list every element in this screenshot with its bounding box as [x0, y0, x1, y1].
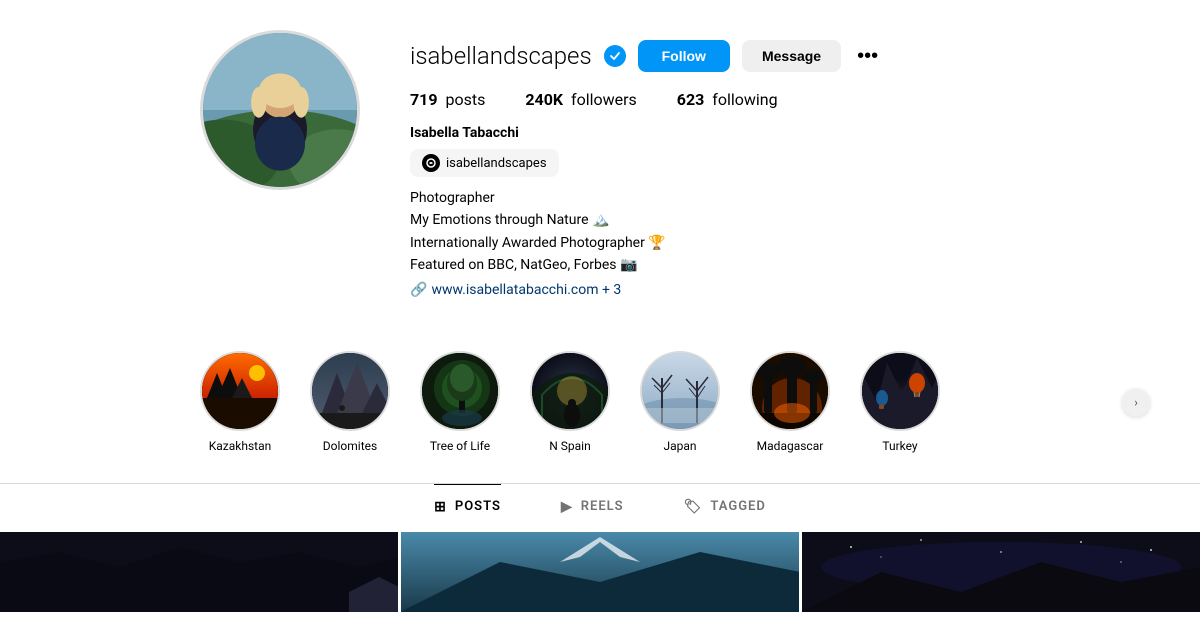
verified-badge: [604, 45, 626, 67]
highlight-label-nspain: N Spain: [549, 439, 590, 453]
message-button[interactable]: Message: [742, 40, 841, 72]
threads-icon: [422, 154, 440, 172]
highlight-label-dolomites: Dolomites: [323, 439, 377, 453]
highlight-label-treeoflife: Tree of Life: [430, 439, 490, 453]
following-count: 623: [677, 90, 705, 109]
posts-count: 719: [410, 90, 438, 109]
username: isabellandscapes: [410, 42, 592, 70]
posts-label: posts: [445, 90, 485, 109]
grid-item-3[interactable]: [802, 532, 1200, 612]
highlight-circle-turkey: [860, 351, 940, 431]
bio-link[interactable]: www.isabellatabacchi.com + 3: [431, 279, 621, 301]
reels-tab-label: REELS: [581, 499, 624, 514]
highlights-container: Kazakhstan Dolomites: [60, 341, 1140, 463]
highlights-next-button[interactable]: ›: [1122, 389, 1150, 417]
highlight-item-kazakhstan[interactable]: Kazakhstan: [200, 351, 280, 453]
highlight-circle-madagascar: [750, 351, 830, 431]
threads-username: isabellandscapes: [446, 156, 547, 171]
posts-stat[interactable]: 719 posts: [410, 90, 485, 109]
highlight-circle-dolomites: [310, 351, 390, 431]
link-icon: 🔗: [410, 279, 427, 301]
tab-reels[interactable]: ▶ REELS: [561, 484, 624, 529]
highlight-item-japan[interactable]: Japan: [640, 351, 720, 453]
display-name: Isabella Tabacchi: [410, 125, 1140, 141]
highlight-label-turkey: Turkey: [882, 439, 917, 453]
photo-grid: [0, 532, 1200, 612]
bio-line2: My Emotions through Nature 🏔️: [410, 209, 1140, 231]
highlight-label-japan: Japan: [663, 439, 696, 453]
highlight-label-kazakhstan: Kazakhstan: [209, 439, 272, 453]
tab-tagged[interactable]: 🏷 TAGGED: [684, 484, 766, 529]
bio-line4: Featured on BBC, NatGeo, Forbes 📷: [410, 254, 1140, 276]
highlight-item-dolomites[interactable]: Dolomites: [310, 351, 390, 453]
bio-line1: Photographer: [410, 187, 1140, 209]
highlight-item-madagascar[interactable]: Madagascar: [750, 351, 830, 453]
highlight-label-madagascar: Madagascar: [757, 439, 824, 453]
highlights-section: Kazakhstan Dolomites: [0, 321, 1200, 473]
posts-tab-icon: ⊞: [434, 499, 447, 515]
following-label: following: [712, 90, 777, 109]
grid-item-2[interactable]: [401, 532, 799, 612]
profile-section: isabellandscapes Follow Message ••• 719 …: [0, 0, 1200, 321]
tagged-tab-label: TAGGED: [710, 499, 765, 514]
highlight-item-treeoflife[interactable]: Tree of Life: [420, 351, 500, 453]
tab-posts[interactable]: ⊞ POSTS: [434, 484, 501, 529]
followers-label: followers: [571, 90, 637, 109]
more-options-button[interactable]: •••: [853, 45, 882, 68]
bio-link-row: 🔗 www.isabellatabacchi.com + 3: [410, 279, 1140, 301]
followers-count: 240K: [525, 90, 563, 109]
grid-item-1[interactable]: [0, 532, 398, 612]
bio-line3: Internationally Awarded Photographer 🏆: [410, 232, 1140, 254]
stats-row: 719 posts 240K followers 623 following: [410, 90, 1140, 109]
follow-button[interactable]: Follow: [638, 40, 730, 72]
threads-handle[interactable]: isabellandscapes: [410, 149, 559, 177]
followers-stat[interactable]: 240K followers: [525, 90, 636, 109]
profile-info: isabellandscapes Follow Message ••• 719 …: [410, 30, 1140, 301]
tagged-tab-icon: 🏷: [684, 499, 703, 515]
avatar[interactable]: [200, 30, 360, 190]
posts-tab-label: POSTS: [455, 499, 501, 514]
highlight-item-turkey[interactable]: Turkey: [860, 351, 940, 453]
reels-tab-icon: ▶: [561, 499, 573, 515]
highlight-circle-nspain: [530, 351, 610, 431]
following-stat[interactable]: 623 following: [677, 90, 778, 109]
highlight-circle-japan: [640, 351, 720, 431]
username-row: isabellandscapes Follow Message •••: [410, 40, 1140, 72]
tabs-section: ⊞ POSTS ▶ REELS 🏷 TAGGED: [0, 484, 1200, 529]
highlight-item-nspain[interactable]: N Spain: [530, 351, 610, 453]
highlight-circle-kazakhstan: [200, 351, 280, 431]
bio: Photographer My Emotions through Nature …: [410, 187, 1140, 301]
highlight-circle-treeoflife: [420, 351, 500, 431]
